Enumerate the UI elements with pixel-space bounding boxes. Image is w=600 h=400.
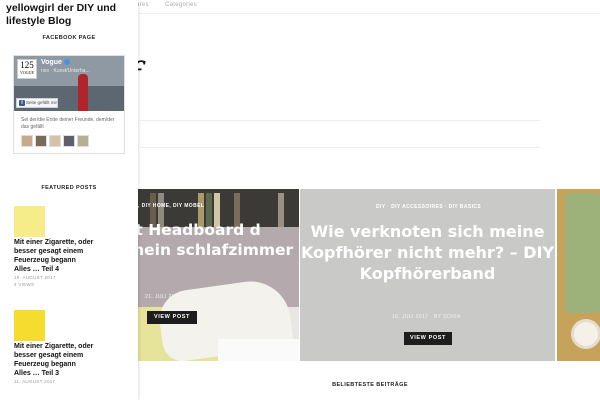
slide-categories[interactable]: DIY · DIY ACCESSOIRES · DIY BASICS bbox=[376, 204, 481, 210]
avatar[interactable] bbox=[77, 135, 89, 147]
post-date: 11. AUGUST 2017 bbox=[14, 379, 56, 384]
featured-posts-title: FEATURED POSTS bbox=[41, 185, 97, 191]
post-thumbnail[interactable] bbox=[14, 310, 45, 341]
avatar[interactable] bbox=[63, 135, 75, 147]
blog-title[interactable]: yellowgirl der DIY und lifestyle Blog bbox=[6, 2, 138, 28]
sidebar: yellowgirl der DIY und lifestyle Blog FA… bbox=[0, 0, 138, 400]
post-thumbnail[interactable] bbox=[14, 206, 45, 237]
facebook-page-category: nes · Kunst/Unterha... bbox=[41, 68, 90, 74]
featured-post[interactable]: Mit einer Zigarette, oder besser gesagt … bbox=[14, 206, 94, 288]
facebook-like-button[interactable]: f Seite gefällt mir bbox=[16, 98, 58, 108]
facebook-friends-avatars bbox=[21, 134, 91, 152]
facebook-widget-title: FACEBOOK PAGE bbox=[42, 35, 96, 41]
slide-title[interactable]: Wie verknoten sich meine Kopfhörer nicht… bbox=[300, 221, 555, 284]
slide-meta: 21. JULI 2017 · BY SONIA bbox=[145, 294, 214, 300]
divider bbox=[140, 120, 540, 121]
post-title[interactable]: Mit einer Zigarette, oder besser gesagt … bbox=[14, 342, 94, 378]
slide-headboard[interactable] bbox=[138, 189, 299, 361]
view-post-button[interactable]: VIEW POST bbox=[404, 332, 452, 345]
nav-item-categories[interactable]: Categories bbox=[165, 2, 197, 8]
slide-partial[interactable] bbox=[557, 189, 600, 361]
post-title[interactable]: Mit einer Zigarette, oder besser gesagt … bbox=[14, 238, 94, 274]
post-views: 4 VIEWS bbox=[14, 282, 35, 287]
post-date: 19. AUGUST 2017 bbox=[14, 275, 56, 280]
slide-categories[interactable]: , DIY HOME, DIY MOBEL bbox=[138, 203, 204, 209]
featured-post[interactable]: Mit einer Zigarette, oder besser gesagt … bbox=[14, 310, 94, 385]
verified-badge-icon bbox=[63, 59, 70, 66]
divider bbox=[140, 147, 540, 148]
slide-title[interactable]: tt Headboard d mein schlafzimmer bbox=[128, 220, 308, 260]
page: ares Categories f , DIY HOME, DIY MOBEL … bbox=[0, 0, 600, 400]
facebook-friends-text: Sei der/die Erste deiner Freunde, dem/de… bbox=[21, 117, 115, 130]
avatar[interactable] bbox=[49, 135, 61, 147]
avatar[interactable] bbox=[35, 135, 47, 147]
facebook-icon: f bbox=[19, 100, 25, 106]
slide-meta: 16. JULI 2017 · BY SONIA bbox=[392, 314, 461, 320]
facebook-cover-image[interactable]: 125 VOGUE Vogue nes · Kunst/Unterha... f… bbox=[14, 56, 124, 111]
vogue-logo[interactable]: 125 VOGUE bbox=[17, 59, 37, 79]
avatar[interactable] bbox=[21, 135, 33, 147]
view-post-button[interactable]: VIEW POST bbox=[147, 311, 197, 324]
facebook-page-widget[interactable]: 125 VOGUE Vogue nes · Kunst/Unterha... f… bbox=[13, 55, 125, 154]
facebook-page-name[interactable]: Vogue bbox=[41, 59, 70, 66]
